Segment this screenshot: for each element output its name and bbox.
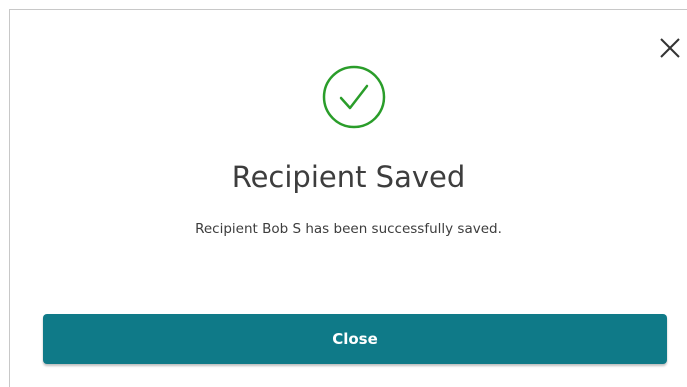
- recipient-saved-dialog: Recipient Saved Recipient Bob S has been…: [9, 9, 687, 387]
- dialog-message: Recipient Bob S has been successfully sa…: [195, 221, 502, 237]
- close-icon[interactable]: [659, 37, 681, 59]
- dialog-title: Recipient Saved: [231, 160, 466, 194]
- success-checkmark-icon: [322, 65, 386, 129]
- close-button[interactable]: Close: [43, 314, 667, 364]
